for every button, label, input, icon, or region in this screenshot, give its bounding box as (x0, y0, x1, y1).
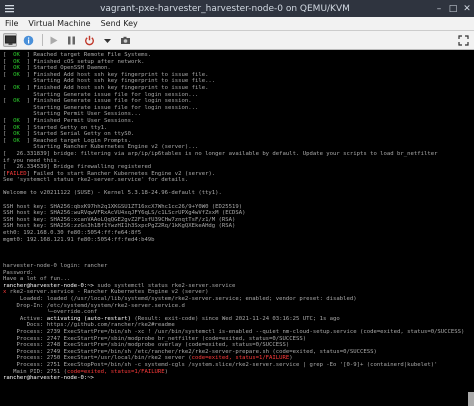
toolbar-separator (42, 34, 43, 46)
monitor-icon (4, 35, 16, 45)
console-line: SSH host key: SHA256:xcanVAAoLQqQGE2gvZ2… (3, 216, 236, 223)
console-line: [ OK ] Finished Add host ssh key fingerp… (3, 71, 209, 78)
menu-file[interactable]: File (0, 19, 23, 28)
snapshot-icon (120, 36, 130, 44)
console-line: Docs: https://github.com/rancher/rke2#re… (3, 322, 175, 329)
menu-send-key[interactable]: Send Key (96, 19, 143, 28)
console-line: if you need this. (3, 157, 61, 164)
console-line: rancher@harvester-node-0:~> sudo systemc… (3, 282, 236, 289)
shutdown-menu-button[interactable] (100, 33, 114, 47)
console-line: Welcome to v20211122 (SUSE) - Kernel 5.3… (3, 190, 222, 197)
console-line: Starting Generate issue file for login s… (3, 104, 199, 111)
console-line: Starting Generate issue file for login s… (3, 91, 199, 98)
console-line: Have a lot of fun... (3, 276, 71, 283)
vm-console[interactable]: [ OK ] Reached target Remote File System… (0, 50, 474, 406)
console-line: [ OK ] Finished Add host ssh key fingerp… (3, 84, 209, 91)
console-line: Password: (3, 269, 34, 276)
toolbar (0, 31, 474, 50)
close-icon[interactable]: ✕ (460, 0, 474, 17)
console-line: [ OK ] Reached target Remote File System… (3, 52, 152, 58)
menu-virtual-machine[interactable]: Virtual Machine (23, 19, 95, 28)
pause-button[interactable] (64, 33, 78, 47)
console-line: SSH host key: SHA256:zzGs3h1Bf1YwzHI1h3S… (3, 223, 236, 230)
window-title: vagrant-pxe-harvester_harvester-node-0 o… (100, 3, 350, 14)
console-line: [ OK ] Finished Generate issue file for … (3, 98, 192, 105)
minimize-icon[interactable]: – (432, 0, 446, 17)
console-line: [FAILED] Failed to start Rancher Kuberne… (3, 170, 216, 177)
console-line: └─override.conf (3, 309, 98, 316)
console-line: harvester-node-0 login: rancher (3, 263, 108, 269)
console-line: Process: 2739 ExecStartPre=/bin/sh -xc !… (3, 328, 465, 335)
pause-icon (67, 36, 75, 44)
console-line: SSH host key: SHA256:wuRVqwVFRxAcVU4xqJF… (3, 210, 246, 217)
console-line: [ 26.331839] bridge: filtering via arp/i… (3, 150, 438, 157)
console-line: Process: 2750 ExecStart=/usr/local/bin/r… (3, 355, 293, 362)
console-line: Loaded: loaded (/usr/local/lib/systemd/s… (3, 295, 357, 302)
run-button[interactable] (46, 33, 60, 47)
console-line: Process: 2748 ExecStartPre=/sbin/modprob… (3, 342, 290, 349)
chevron-down-icon (103, 38, 111, 43)
fullscreen-icon (457, 34, 469, 46)
console-line: Process: 2751 ExecStopPost=/bin/sh -c sy… (3, 361, 438, 368)
console-line: [ 26.334539] Bridge firewalling register… (3, 164, 152, 171)
console-line: rancher@harvester-node-0:~> (3, 375, 94, 382)
console-line: SSH host key: SHA256:qbxK97hh2q1XKGSU1ZT… (3, 203, 243, 210)
console-view-button[interactable] (3, 33, 17, 47)
console-line: mgmt0: 192.168.121.91 fe80::5054:ff:fed4… (3, 236, 155, 243)
console-line: [ OK ] Finished Permit User Sessions. (3, 117, 135, 124)
console-line: Starting Add host ssh key fingerprint to… (3, 78, 216, 85)
console-line: Starting Rancher Kubernetes Engine v2 (s… (3, 144, 199, 151)
shutdown-button[interactable] (82, 33, 96, 47)
console-line: [ OK ] Finished cOS setup after network. (3, 58, 145, 65)
info-icon (23, 35, 33, 45)
window-menu-icon[interactable] (0, 0, 18, 17)
maximize-icon[interactable]: □ (446, 0, 460, 17)
console-line: [ OK ] Started OpenSSH Daemon. (3, 65, 111, 72)
console-scrollbar[interactable] (468, 392, 474, 406)
console-line: Drop-In: /etc/systemd/system/rke2-server… (3, 302, 185, 309)
console-line: [ OK ] Started Getty on tty1. (3, 124, 108, 131)
power-icon (84, 35, 94, 45)
console-line: Process: 2749 ExecStartPre=/bin/sh /etc/… (3, 348, 377, 355)
console-line: [ OK ] Reached target Login Prompts. (3, 137, 131, 144)
menubar: File Virtual Machine Send Key (0, 17, 474, 31)
window-titlebar: vagrant-pxe-harvester_harvester-node-0 o… (0, 0, 474, 17)
console-line: Main PID: 2751 (code=exited, status=1/FA… (3, 368, 169, 375)
console-line: Starting Permit User Sessions... (3, 111, 142, 118)
console-line: x rke2-server.service - Rancher Kubernet… (3, 289, 209, 296)
details-view-button[interactable] (21, 33, 35, 47)
console-line: Process: 2747 ExecStartPre=/sbin/modprob… (3, 335, 307, 342)
console-line: eth0: 192.168.0.30 fe80::5054:ff:fe64:8f… (3, 230, 142, 237)
fullscreen-button[interactable] (456, 33, 470, 47)
console-line: [ OK ] Started Serial Getty on ttyS0. (3, 131, 135, 138)
snapshots-button[interactable] (118, 33, 132, 47)
console-line: Active: activating (auto-restart) (Resul… (3, 315, 340, 322)
play-icon (50, 36, 57, 44)
console-line: See 'systemctl status rke2-server.servic… (3, 177, 189, 184)
